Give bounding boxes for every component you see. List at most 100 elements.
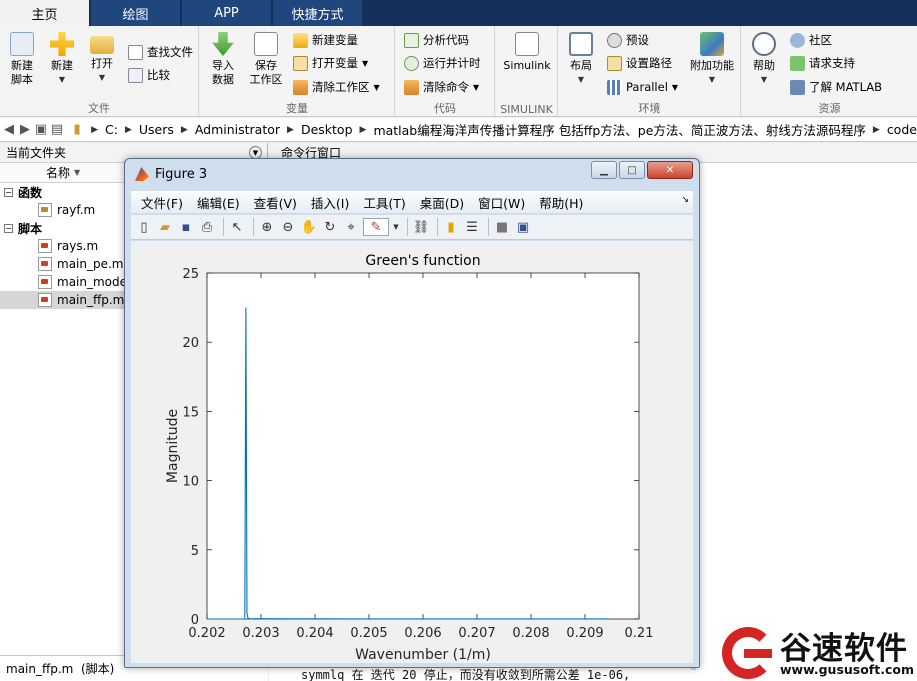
open-label: 打开 <box>91 57 113 70</box>
x-tick-label: 0.205 <box>350 626 387 641</box>
legend-icon[interactable]: ☰ <box>463 218 481 236</box>
hide-plot-tools-icon[interactable]: ■ <box>493 218 511 236</box>
chevron-right-icon: ▶ <box>359 124 367 135</box>
menu-window[interactable]: 窗口(W) <box>478 193 525 212</box>
open-button[interactable]: 打开 ▼ <box>83 30 121 85</box>
breadcrumb-segment[interactable]: Users <box>139 122 174 137</box>
breadcrumb-segment[interactable]: matlab编程海洋声传播计算程序 包括ffp方法、pe方法、简正波方法、射线方… <box>373 120 865 139</box>
y-tick-label: 15 <box>182 405 199 420</box>
matlab-logo-icon <box>135 167 149 181</box>
gear-icon <box>607 32 622 48</box>
dock-arrow-icon[interactable]: ↘ <box>681 195 689 205</box>
new-script-icon <box>10 32 34 56</box>
ribbon-group-simulink: Simulink SIMULINK <box>496 26 558 117</box>
menu-edit[interactable]: 编辑(E) <box>197 193 240 212</box>
brush-dropdown-icon[interactable]: ▼ <box>392 218 400 236</box>
y-tick-label: 0 <box>191 613 199 628</box>
new-script-button[interactable]: 新建 脚本 <box>3 30 41 87</box>
menu-help[interactable]: 帮助(H) <box>539 193 583 212</box>
menu-insert[interactable]: 插入(I) <box>311 193 349 212</box>
preferences-button[interactable]: 预设 <box>607 30 649 50</box>
data-cursor-icon[interactable]: ⌖ <box>342 218 360 236</box>
layout-button[interactable]: 布局 ▼ <box>562 30 600 87</box>
rotate-icon[interactable]: ↻ <box>321 218 339 236</box>
dropdown-arrow-icon: ▼ <box>760 75 768 84</box>
plus-icon <box>50 32 74 56</box>
group-label: 脚本 <box>18 221 43 236</box>
sort-arrow-icon: ▼ <box>74 168 81 177</box>
breadcrumb-segment[interactable]: Administrator <box>195 122 280 137</box>
panel-title-text: 当前文件夹 <box>6 146 67 160</box>
menu-desktop[interactable]: 桌面(D) <box>420 193 464 212</box>
simulink-button[interactable]: Simulink <box>500 30 554 73</box>
group-label-simulink: SIMULINK <box>500 103 553 116</box>
parallel-label: Parallel <box>626 80 668 94</box>
request-support-label: 请求支持 <box>809 56 855 70</box>
menu-tools[interactable]: 工具(T) <box>363 193 405 212</box>
chevron-right-icon: ▶ <box>180 124 188 135</box>
forward-arrow-icon[interactable]: ▶ <box>18 122 32 138</box>
show-plot-tools-icon[interactable]: ▣ <box>514 218 532 236</box>
open-variable-icon <box>293 55 308 71</box>
pointer-icon[interactable]: ↖ <box>228 218 246 236</box>
x-tick-label: 0.206 <box>404 626 441 641</box>
stopwatch-icon <box>404 55 419 71</box>
breadcrumb-segment[interactable]: Desktop <box>301 122 353 137</box>
browse-folder-icon[interactable]: ▤ <box>50 122 64 138</box>
set-path-button[interactable]: 设置路径 <box>607 53 672 73</box>
clear-workspace-icon <box>293 79 308 95</box>
new-button[interactable]: 新建 ▼ <box>43 30 81 87</box>
clear-commands-button[interactable]: 清除命令 ▼ <box>404 77 479 97</box>
brush-icon[interactable]: ✎ <box>363 218 389 236</box>
print-icon[interactable]: ⎙ <box>198 218 216 236</box>
minimize-button[interactable]: ▁ <box>591 161 617 179</box>
collapse-icon[interactable]: − <box>4 223 13 233</box>
new-variable-button[interactable]: 新建变量 <box>293 30 358 50</box>
help-button[interactable]: 帮助 ▼ <box>745 30 783 87</box>
tab-shortcuts[interactable]: 快捷方式 <box>273 0 362 26</box>
tab-home[interactable]: 主页 <box>0 0 89 26</box>
close-button[interactable]: ✕ <box>647 161 693 179</box>
compare-button[interactable]: 比较 <box>128 65 170 85</box>
pan-icon[interactable]: ✋ <box>300 218 318 236</box>
import-data-button[interactable]: 导入 数据 <box>204 30 242 87</box>
link-plot-icon[interactable]: ⛓ <box>412 218 430 236</box>
run-and-time-button[interactable]: 运行并计时 <box>404 53 481 73</box>
tab-plots[interactable]: 绘图 <box>91 0 180 26</box>
community-button[interactable]: 社区 <box>790 30 832 50</box>
open-file-icon[interactable]: ▰ <box>156 218 174 236</box>
help-icon <box>752 32 776 56</box>
new-figure-icon[interactable]: ▯ <box>135 218 153 236</box>
plot-svg[interactable]: 0.202 0.203 0.204 0.205 0.206 0.207 0.208 0.209… <box>131 241 693 663</box>
file-name: main_ffp.m <box>57 293 125 307</box>
breadcrumb-segment[interactable]: code <box>887 122 917 137</box>
find-files-button[interactable]: 查找文件 <box>128 42 193 62</box>
breadcrumb-segment[interactable]: C: <box>105 122 118 137</box>
zoom-in-icon[interactable]: ⊕ <box>258 218 276 236</box>
layout-label: 布局 <box>570 59 592 72</box>
parallel-button[interactable]: Parallel ▼ <box>607 77 678 97</box>
open-variable-button[interactable]: 打开变量 ▼ <box>293 53 368 73</box>
figure-title-bar[interactable]: Figure 3 ▁ □ ✕ <box>125 159 699 189</box>
zoom-out-icon[interactable]: ⊖ <box>279 218 297 236</box>
request-support-button[interactable]: 请求支持 <box>790 53 855 73</box>
collapse-icon[interactable]: − <box>4 187 13 197</box>
tab-apps[interactable]: APP <box>182 0 271 26</box>
plot-axes-box <box>206 272 640 620</box>
back-arrow-icon[interactable]: ◀ <box>2 122 16 138</box>
learn-matlab-button[interactable]: 了解 MATLAB <box>790 77 882 97</box>
menu-view[interactable]: 查看(V) <box>254 193 297 212</box>
up-folder-icon[interactable]: ▣ <box>34 122 48 138</box>
menu-file[interactable]: 文件(F) <box>141 193 183 212</box>
figure-window: Figure 3 ▁ □ ✕ 文件(F) 编辑(E) 查看(V) 插入(I) 工… <box>124 158 700 668</box>
x-tick-label: 0.202 <box>188 626 225 641</box>
maximize-button[interactable]: □ <box>619 161 645 179</box>
save-icon[interactable]: ▪ <box>177 218 195 236</box>
group-label-resources: 资源 <box>818 102 841 115</box>
clear-workspace-button[interactable]: 清除工作区 ▼ <box>293 77 380 97</box>
addons-button[interactable]: 附加功能 ▼ <box>687 30 737 87</box>
analyze-code-button[interactable]: 分析代码 <box>404 30 469 50</box>
save-workspace-button[interactable]: 保存 工作区 <box>245 30 287 87</box>
colorbar-icon[interactable]: ▮ <box>442 218 460 236</box>
y-tick-label: 10 <box>182 475 199 490</box>
